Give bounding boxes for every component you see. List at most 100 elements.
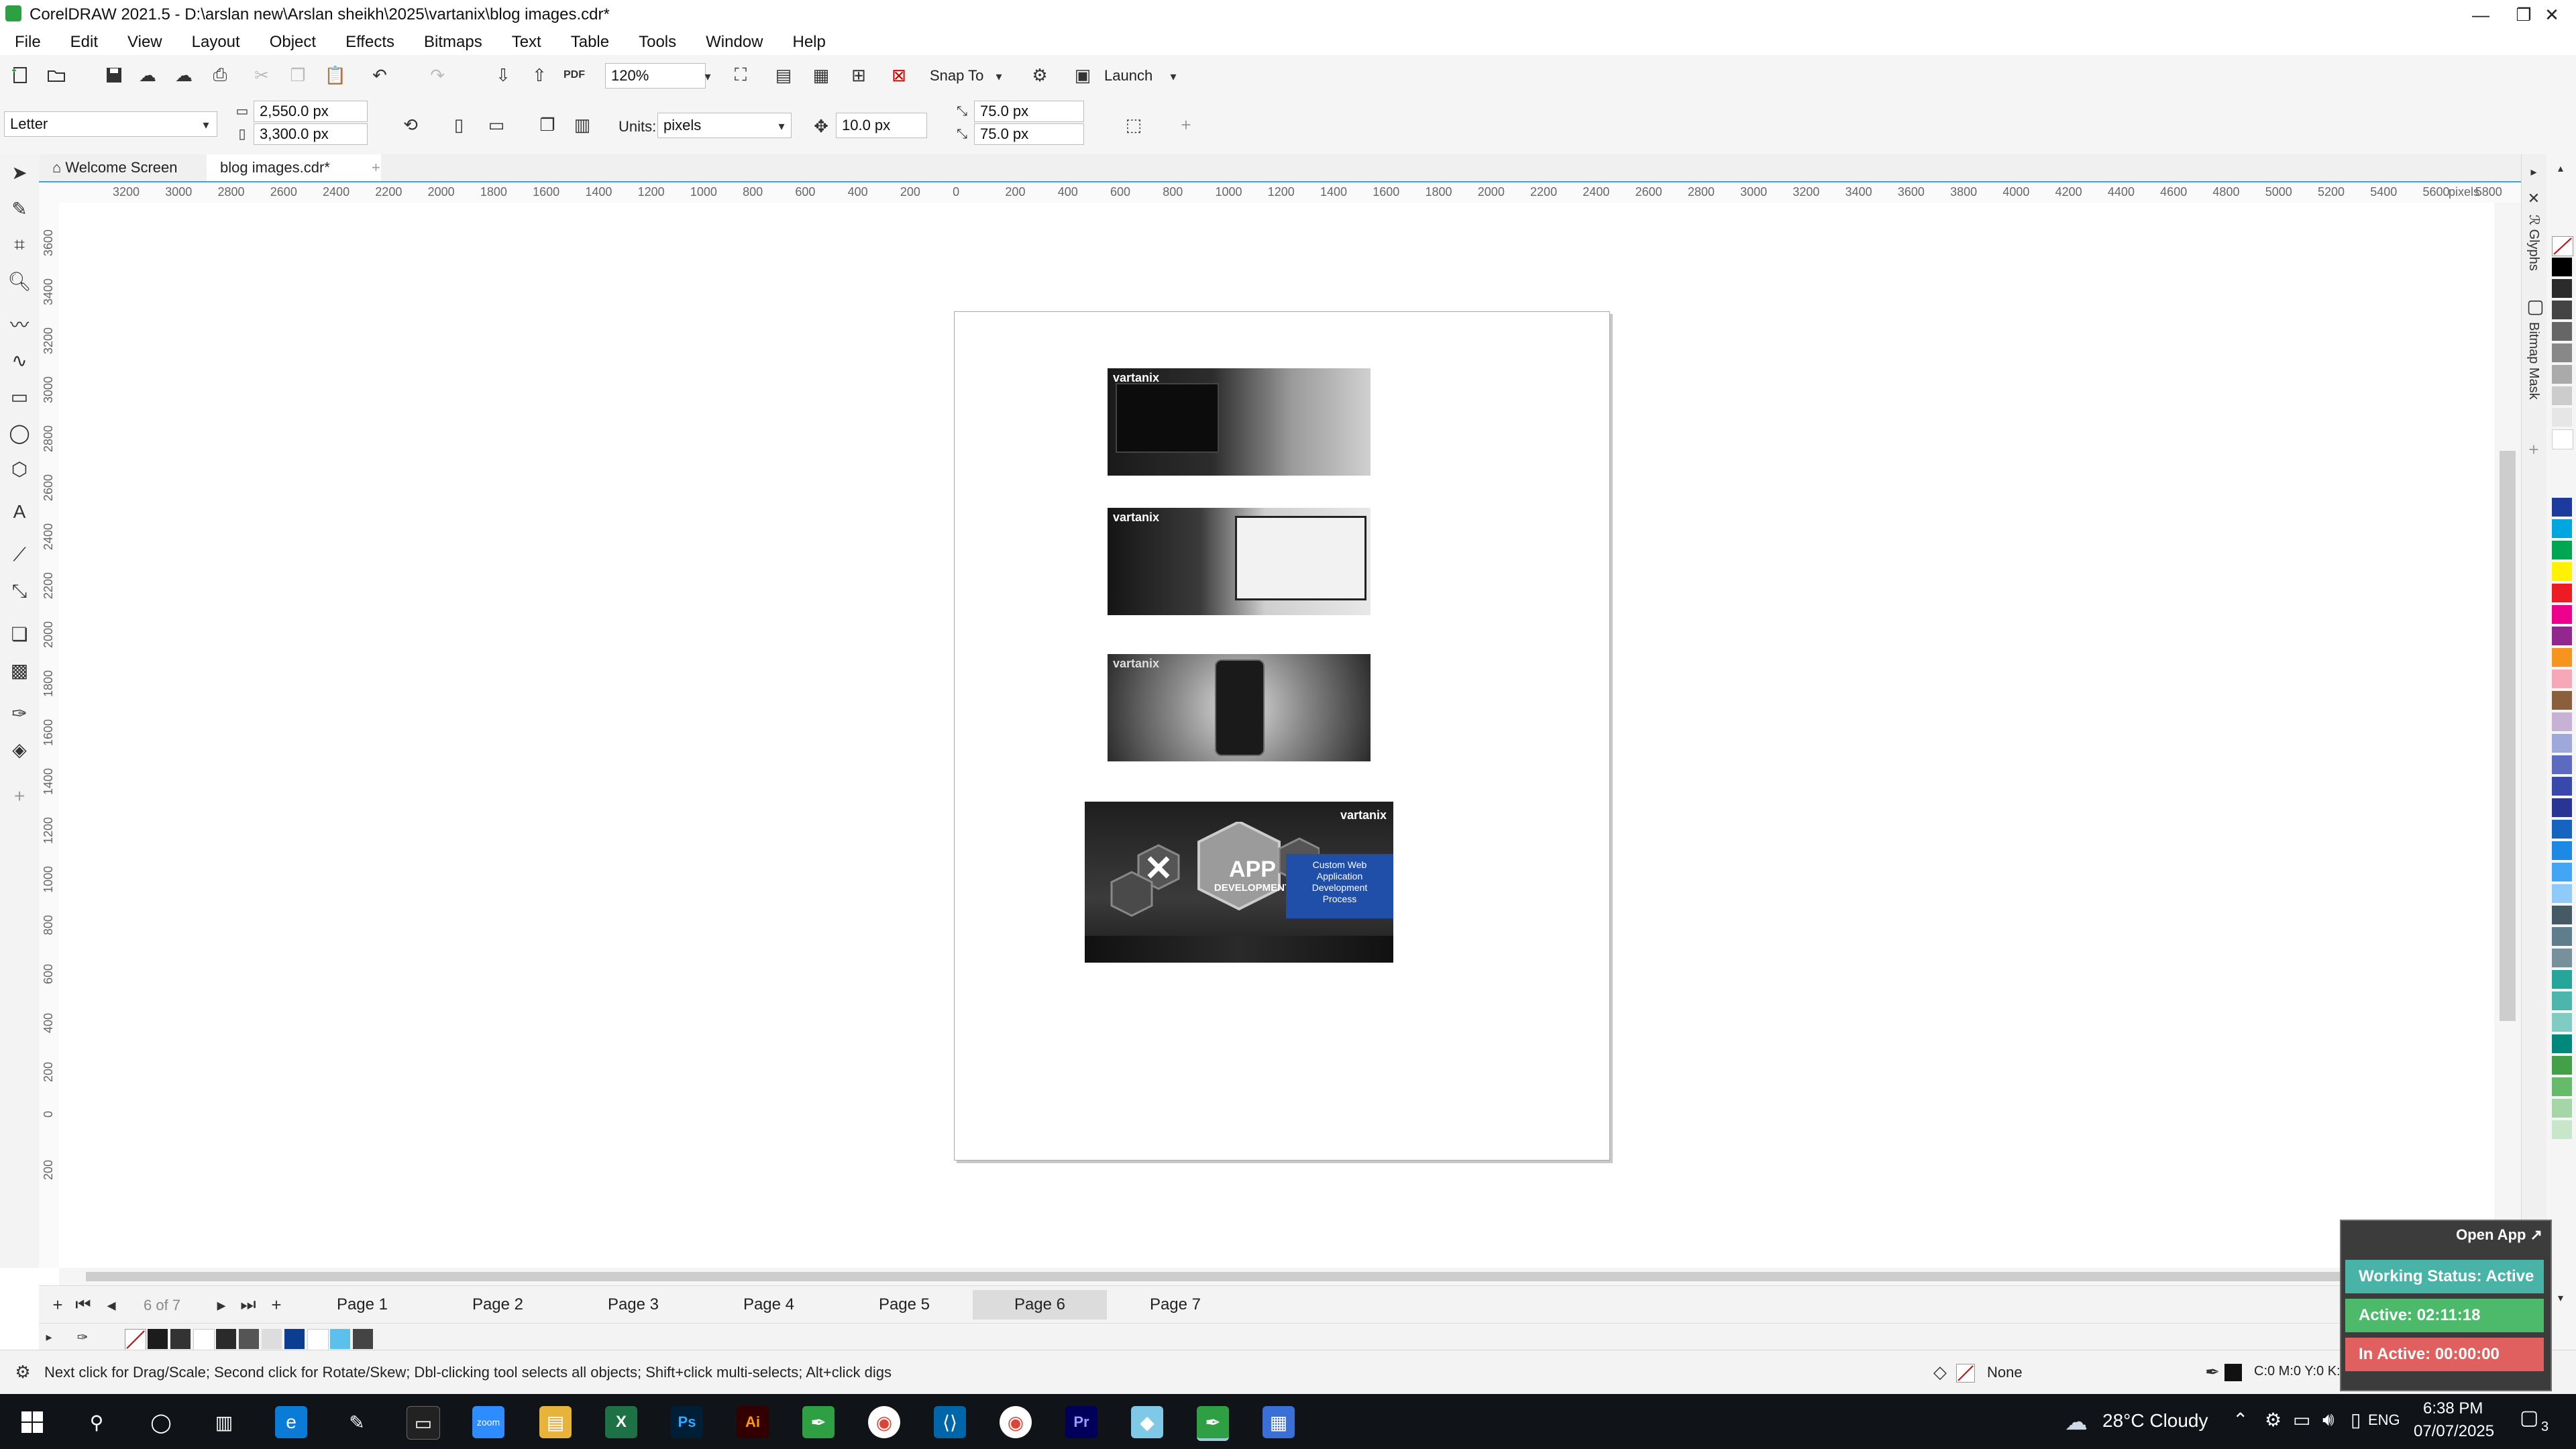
blog-image-3[interactable]: vartanix xyxy=(1108,654,1371,761)
menu-bitmaps[interactable]: Bitmaps xyxy=(409,30,497,55)
tray-chevron-up-icon[interactable]: ⌃ xyxy=(2233,1409,2248,1431)
new-document-icon[interactable] xyxy=(7,62,34,89)
show-rulers-icon[interactable]: ▤ xyxy=(770,62,797,89)
menu-help[interactable]: Help xyxy=(777,30,840,55)
menu-window[interactable]: Window xyxy=(691,30,777,55)
blog-image-2[interactable]: vartanix xyxy=(1108,508,1371,615)
page-tab-5[interactable]: Page 5 xyxy=(837,1290,971,1320)
swatch-navy[interactable] xyxy=(284,1329,305,1349)
palette-eyedropper-icon[interactable]: ✑ xyxy=(72,1324,93,1350)
horizontal-scroll-thumb[interactable] xyxy=(86,1272,2394,1281)
palette-swatch-deep-blue[interactable] xyxy=(2552,798,2572,817)
page-height-field[interactable]: 3,300.0 px xyxy=(254,123,368,145)
palette-swatch-light-teal[interactable] xyxy=(2552,991,2572,1010)
tab-welcome-screen[interactable]: ⌂ Welcome Screen xyxy=(39,154,233,181)
transparency-tool-icon[interactable]: ▩ xyxy=(5,656,34,684)
task-view-icon[interactable]: ▥ xyxy=(208,1406,240,1438)
tab-blog-images[interactable]: blog images.cdr* xyxy=(207,154,381,181)
horizontal-scrollbar[interactable] xyxy=(59,1268,2494,1285)
page-tab-7[interactable]: Page 7 xyxy=(1108,1290,1242,1320)
photoshop-icon[interactable]: Ps xyxy=(671,1406,703,1438)
notification-center-icon[interactable]: ▢ xyxy=(2520,1406,2538,1430)
menu-object[interactable]: Object xyxy=(255,30,331,55)
palette-swatch-aqua[interactable] xyxy=(2552,1013,2572,1032)
zoom-level-field[interactable]: 120% xyxy=(605,63,706,89)
cloud-upload-icon[interactable]: ☁ xyxy=(170,62,197,89)
snap-to-button[interactable]: Snap To xyxy=(930,67,983,85)
weather-text[interactable]: 28°C Cloudy xyxy=(2102,1410,2208,1432)
coreldraw-taskbar-icon[interactable]: ✒ xyxy=(802,1406,835,1438)
language-indicator[interactable]: ENG xyxy=(2368,1411,2400,1429)
palette-swatch-royal[interactable] xyxy=(2552,777,2572,796)
cut-icon[interactable]: ✂ xyxy=(248,62,275,89)
interactive-fill-tool-icon[interactable]: ◈ xyxy=(5,735,34,763)
undo-icon[interactable]: ↶ xyxy=(366,62,393,89)
palette-swatch-brown[interactable] xyxy=(2552,691,2572,710)
print-icon[interactable]: ⎙ xyxy=(207,62,233,89)
freehand-tool-icon[interactable]: 〰 xyxy=(5,310,34,338)
menu-view[interactable]: View xyxy=(113,30,177,55)
connector-tool-icon[interactable]: ⤡ xyxy=(5,577,34,605)
weather-cloud-icon[interactable]: ☁ xyxy=(2065,1409,2088,1436)
nudge-distance-field[interactable]: 10.0 px xyxy=(836,113,927,138)
fill-none-swatch[interactable] xyxy=(1956,1364,1975,1383)
page-tab-2[interactable]: Page 2 xyxy=(431,1290,565,1320)
palette-swatch-orange[interactable] xyxy=(2552,648,2572,667)
current-page-layout-icon[interactable]: ▥ xyxy=(569,111,596,138)
palette-swatch-steel[interactable] xyxy=(2552,927,2572,946)
palette-down-arrow-icon[interactable]: ▾ xyxy=(2551,1288,2571,1308)
palette-swatch-90[interactable] xyxy=(2552,279,2572,298)
palette-swatch-10[interactable] xyxy=(2552,408,2572,427)
palette-swatch-purple[interactable] xyxy=(2552,627,2572,645)
snap-off-icon[interactable]: ⊠ xyxy=(885,62,912,89)
status-settings-gear-icon[interactable]: ⚙ xyxy=(9,1358,36,1385)
palette-swatch-pale-blue[interactable] xyxy=(2552,884,2572,903)
palette-swatch-50[interactable] xyxy=(2552,343,2572,362)
full-screen-preview-icon[interactable]: ⛶ xyxy=(727,62,754,89)
palette-swatch-ocean[interactable] xyxy=(2552,820,2572,839)
page-tab-4[interactable]: Page 4 xyxy=(702,1290,836,1320)
palette-up-arrow-icon[interactable]: ▴ xyxy=(2551,158,2571,178)
drop-shadow-tool-icon[interactable]: ❏ xyxy=(5,620,34,648)
publish-pdf-icon[interactable]: PDF xyxy=(561,62,588,89)
excel-icon[interactable]: X xyxy=(605,1406,637,1438)
palette-swatch-magenta[interactable] xyxy=(2552,605,2572,624)
bitmap-mask-docker-tab[interactable]: Bitmap Mask xyxy=(2526,322,2541,400)
clock-date[interactable]: 07/07/2025 xyxy=(2414,1422,2494,1441)
open-app-link[interactable]: Open App ↗ xyxy=(2456,1226,2542,1244)
redo-icon[interactable]: ↷ xyxy=(424,62,451,89)
new-tab-plus-icon[interactable]: + xyxy=(358,154,405,181)
vertical-scroll-thumb[interactable] xyxy=(2500,451,2516,1021)
menu-edit[interactable]: Edit xyxy=(56,30,113,55)
palette-swatch-leaf[interactable] xyxy=(2552,1056,2572,1075)
zoom-tool-icon[interactable]: 🔍︎ xyxy=(5,267,34,295)
swatch-slate[interactable] xyxy=(353,1329,373,1349)
rectangle-tool-icon[interactable]: ▭ xyxy=(5,382,34,411)
docker-close-icon[interactable]: ✕ xyxy=(2522,185,2546,212)
windows-start-icon[interactable] xyxy=(16,1406,48,1438)
swatch-dark-gray[interactable] xyxy=(170,1329,191,1349)
pen-app-icon[interactable]: ✎ xyxy=(341,1406,373,1438)
launch-button[interactable]: Launch xyxy=(1104,67,1152,85)
coreldraw-active-icon[interactable]: ✒ xyxy=(1197,1406,1229,1441)
vscode-icon[interactable]: ⟨⟩ xyxy=(934,1406,966,1438)
cloud-download-icon[interactable]: ☁ xyxy=(134,62,161,89)
palette-swatch-dark-teal[interactable] xyxy=(2552,1034,2572,1053)
zoom-dropdown-chevron-icon[interactable]: ▾ xyxy=(698,63,718,90)
page-tab-1[interactable]: Page 1 xyxy=(295,1290,429,1320)
network-icon[interactable]: ▭ xyxy=(2293,1409,2310,1431)
menu-file[interactable]: File xyxy=(0,30,56,55)
snap-dropdown-chevron-icon[interactable]: ▾ xyxy=(989,63,1009,90)
palette-swatch-80[interactable] xyxy=(2552,301,2572,319)
page-width-field[interactable]: 2,550.0 px xyxy=(254,101,368,122)
blog-image-4[interactable]: vartanix APP DEVELOPMENT Custom Web Appl… xyxy=(1085,802,1393,963)
next-page-icon[interactable]: ▸ xyxy=(208,1291,235,1318)
tray-settings-icon[interactable]: ⚙ xyxy=(2265,1409,2282,1431)
options-gear-icon[interactable]: ⚙ xyxy=(1026,62,1053,89)
file-explorer-icon[interactable]: ▤ xyxy=(539,1406,572,1438)
show-guidelines-icon[interactable]: ⊞ xyxy=(845,62,872,89)
palette-swatch-indigo[interactable] xyxy=(2552,755,2572,774)
menu-text[interactable]: Text xyxy=(497,30,556,55)
import-icon[interactable]: ⇩ xyxy=(490,62,517,89)
palette-swatch-red[interactable] xyxy=(2552,584,2572,602)
